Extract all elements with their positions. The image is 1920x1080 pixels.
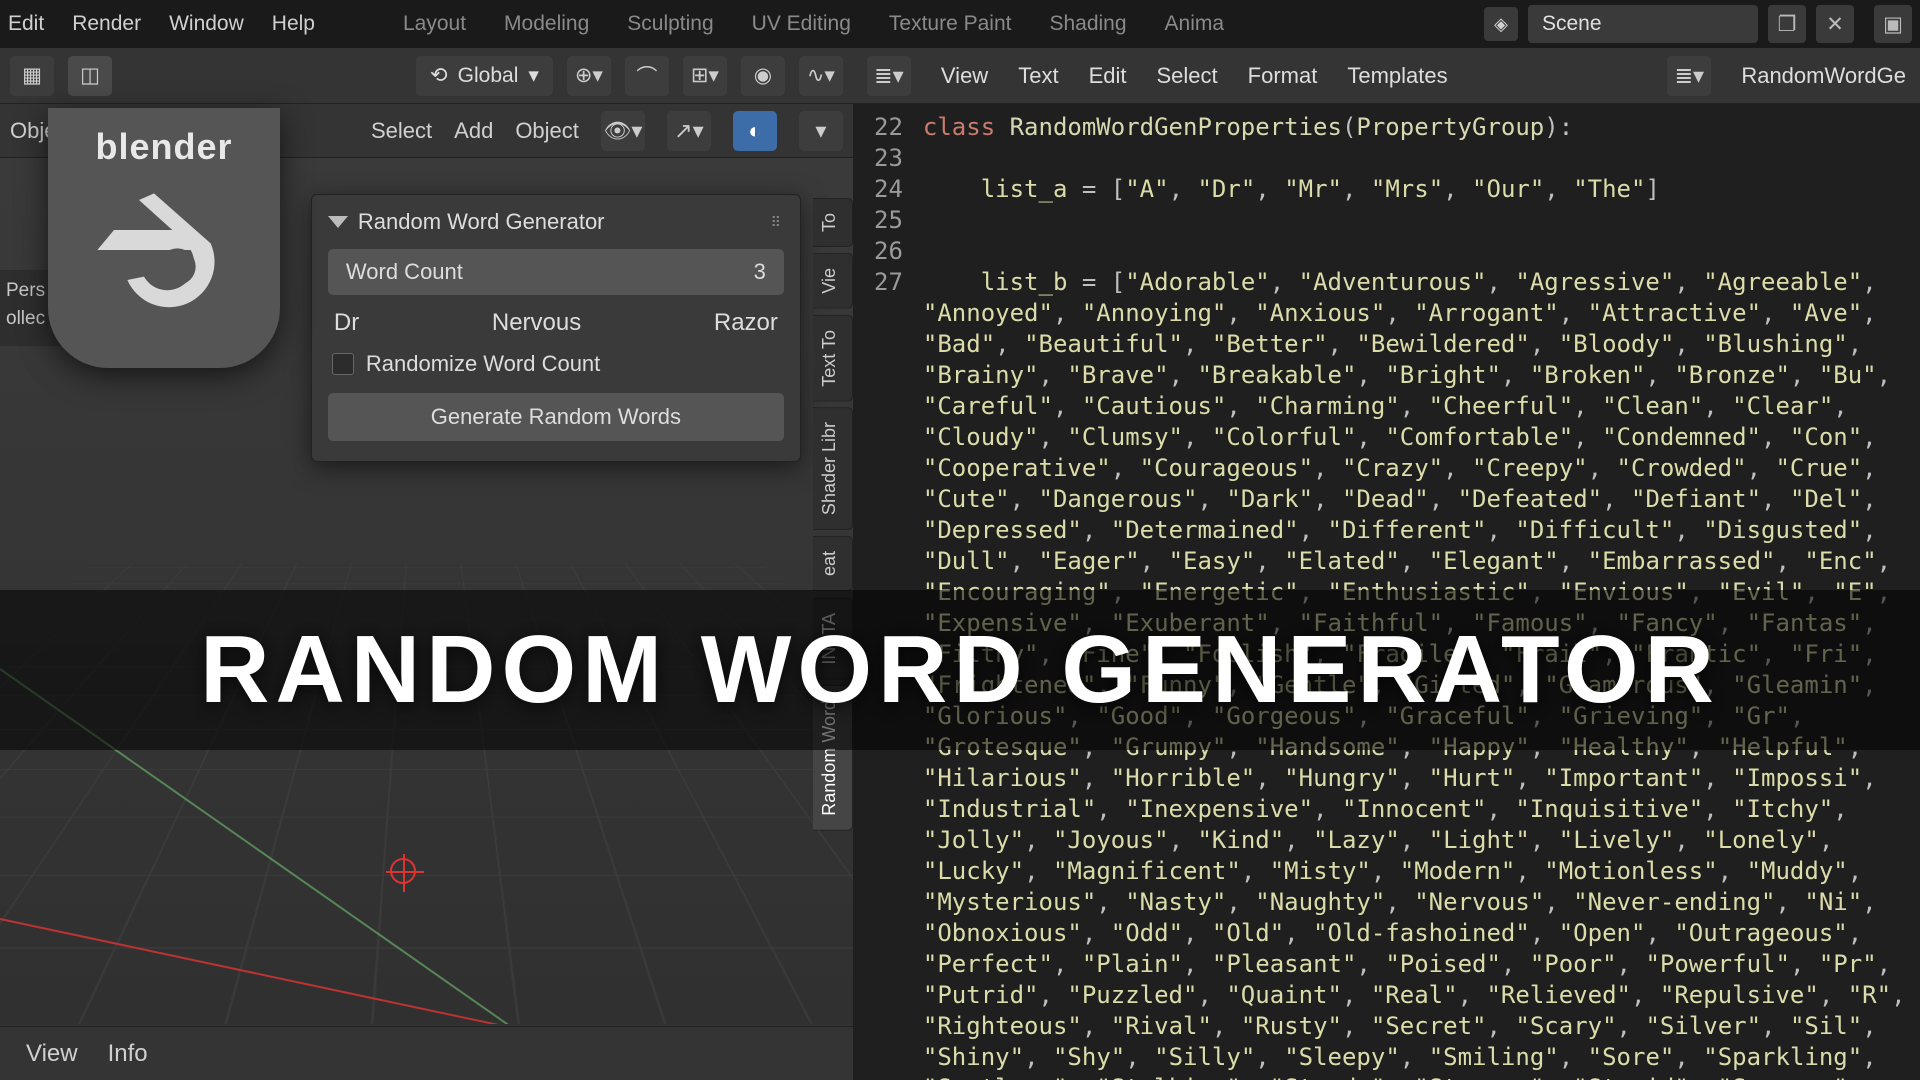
gizmo-icon[interactable]: ↗▾ — [667, 111, 711, 151]
word-count-label: Word Count — [346, 259, 463, 285]
vtab-view[interactable]: Vie — [813, 253, 853, 309]
footer-info[interactable]: Info — [108, 1040, 148, 1068]
overlay-toggle-icon[interactable]: ◐ — [733, 111, 777, 151]
tab-uv-editing[interactable]: UV Editing — [752, 12, 851, 36]
tab-sculpting[interactable]: Sculpting — [627, 12, 713, 36]
proportional-falloff-icon[interactable]: ∿▾ — [799, 56, 843, 96]
scene-selector: ◈ Scene ❐ ✕ ▣ — [1484, 5, 1912, 43]
workspace-tabs: Layout Modeling Sculpting UV Editing Tex… — [403, 12, 1224, 36]
text-datablock-icon[interactable]: ≣▾ — [1667, 56, 1711, 96]
mode-icon[interactable]: ◫ — [68, 56, 112, 96]
tab-animation[interactable]: Anima — [1165, 12, 1225, 36]
generate-button[interactable]: Generate Random Words — [328, 393, 784, 441]
viewport-header-1: ▦ ◫ ⟲ Global ▾ ⊕▾ ⌒ ⊞▾ ◉ ∿▾ — [0, 48, 853, 104]
tab-shading[interactable]: Shading — [1049, 12, 1126, 36]
overlay-dropdown-icon[interactable]: ▾ — [799, 111, 843, 151]
menu-render[interactable]: Render — [72, 12, 141, 36]
word-0: Dr — [334, 309, 359, 337]
scene-icon[interactable]: ◈ — [1484, 7, 1518, 41]
title-banner: RANDOM WORD GENERATOR — [0, 590, 1920, 750]
text-editor-header: ≣▾ View Text Edit Select Format Template… — [853, 48, 1920, 104]
vtab-tool[interactable]: To — [813, 198, 853, 247]
te-menu-text[interactable]: Text — [1018, 63, 1058, 89]
vtab-shader-lib[interactable]: Shader Libr — [813, 407, 853, 530]
top-menu-bar: Edit Render Window Help Layout Modeling … — [0, 0, 1920, 48]
system-menus: Edit Render Window Help — [8, 12, 315, 36]
te-menu-view[interactable]: View — [941, 63, 988, 89]
te-menu-templates[interactable]: Templates — [1347, 63, 1447, 89]
vtab-text-to[interactable]: Text To — [813, 315, 853, 402]
word-1: Nervous — [492, 309, 581, 337]
tab-texture-paint[interactable]: Texture Paint — [889, 12, 1012, 36]
tab-layout[interactable]: Layout — [403, 12, 466, 36]
blender-icon — [79, 180, 249, 330]
pivot-icon[interactable]: ⊕▾ — [567, 56, 611, 96]
menu-window[interactable]: Window — [169, 12, 244, 36]
proportional-icon[interactable]: ◉ — [741, 56, 785, 96]
delete-scene-button[interactable]: ✕ — [1816, 5, 1854, 43]
te-menu-select[interactable]: Select — [1156, 63, 1217, 89]
blender-wordmark: blender — [95, 126, 232, 168]
footer-view[interactable]: View — [26, 1040, 78, 1068]
visibility-icon[interactable]: 👁▾ — [601, 111, 645, 151]
orientation-icon: ⟲ — [430, 63, 448, 88]
snap-target-icon[interactable]: ⊞▾ — [683, 56, 727, 96]
text-editor-type-icon[interactable]: ≣▾ — [867, 56, 911, 96]
snap-icon[interactable]: ⌒ — [625, 56, 669, 96]
randomize-checkbox[interactable] — [332, 353, 354, 375]
generated-words: Dr Nervous Razor — [328, 309, 784, 351]
3d-viewport: ▦ ◫ ⟲ Global ▾ ⊕▾ ⌒ ⊞▾ ◉ ∿▾ Obje Select … — [0, 48, 853, 1080]
editor-type-icon[interactable]: ▦ — [10, 56, 54, 96]
menu-add[interactable]: Add — [454, 118, 493, 144]
orientation-label: Global — [458, 64, 519, 88]
orientation-dropdown[interactable]: ⟲ Global ▾ — [416, 56, 553, 96]
blender-logo: blender — [48, 108, 280, 368]
word-count-field[interactable]: Word Count 3 — [328, 249, 784, 295]
menu-select[interactable]: Select — [371, 118, 432, 144]
random-word-panel: Random Word Generator ⠿ Word Count 3 Dr … — [311, 194, 801, 462]
viewlayer-icon[interactable]: ▣ — [1874, 5, 1912, 43]
tab-modeling[interactable]: Modeling — [504, 12, 589, 36]
menu-object[interactable]: Object — [515, 118, 579, 144]
text-editor: ≣▾ View Text Edit Select Format Template… — [853, 48, 1920, 1080]
word-count-value: 3 — [754, 259, 766, 285]
menu-edit[interactable]: Edit — [8, 12, 44, 36]
viewport-footer: View Info — [0, 1026, 853, 1080]
te-menu-format[interactable]: Format — [1248, 63, 1318, 89]
vtab-create[interactable]: eat — [813, 536, 853, 591]
text-filename[interactable]: RandomWordGe — [1741, 63, 1906, 89]
word-2: Razor — [714, 309, 778, 337]
new-scene-button[interactable]: ❐ — [1768, 5, 1806, 43]
panel-title: Random Word Generator — [358, 209, 605, 235]
title-banner-text: RANDOM WORD GENERATOR — [200, 615, 1720, 725]
scene-name-field[interactable]: Scene — [1528, 5, 1758, 43]
panel-drag-icon[interactable]: ⠿ — [771, 214, 784, 231]
randomize-label: Randomize Word Count — [366, 351, 600, 377]
menu-help[interactable]: Help — [272, 12, 315, 36]
panel-collapse-icon[interactable] — [328, 216, 348, 228]
te-menu-edit[interactable]: Edit — [1089, 63, 1127, 89]
chevron-down-icon: ▾ — [528, 63, 539, 88]
randomize-count-row[interactable]: Randomize Word Count — [328, 351, 784, 393]
3d-cursor — [390, 858, 416, 884]
